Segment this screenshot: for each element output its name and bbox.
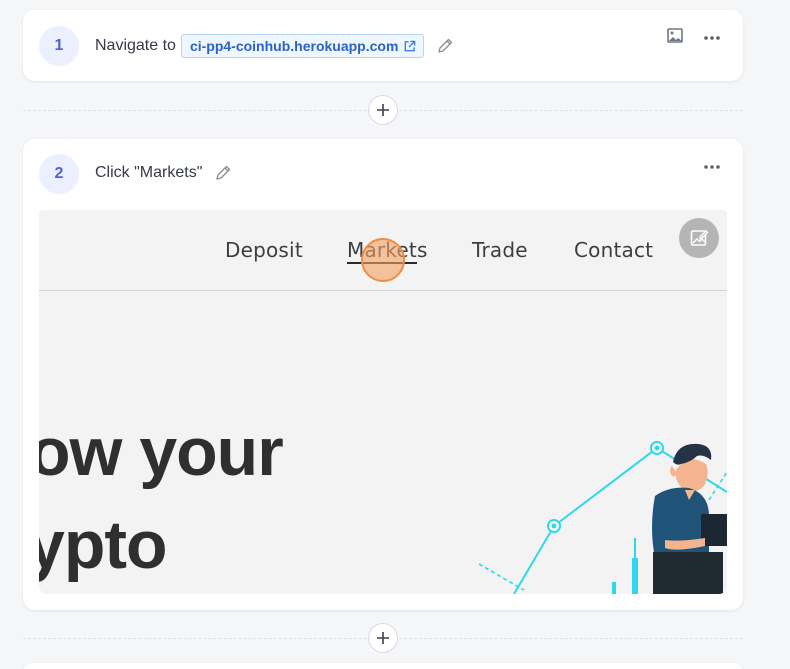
step-action-text: Click "Markets" xyxy=(95,164,203,181)
edit-image-icon xyxy=(690,230,709,246)
screenshot-nav-deposit: Deposit xyxy=(225,238,303,262)
image-icon xyxy=(667,27,683,43)
edit-screenshot-button[interactable] xyxy=(679,218,719,258)
more-options-button[interactable] xyxy=(700,30,724,46)
add-image-button[interactable] xyxy=(664,25,686,45)
step-number-badge: 1 xyxy=(39,26,79,66)
edit-step-button[interactable] xyxy=(436,37,454,55)
click-indicator xyxy=(361,238,405,282)
crypto-chart-illustration xyxy=(478,441,727,594)
step-action-text: Navigate to xyxy=(95,37,176,54)
screenshot-hero-line-2: ypto xyxy=(39,507,168,583)
add-step-button[interactable] xyxy=(368,95,398,125)
edit-step-button[interactable] xyxy=(214,164,232,182)
add-step-button[interactable] xyxy=(368,623,398,653)
plus-icon xyxy=(377,104,389,116)
url-link-label: ci-pp4-coinhub.herokuapp.com xyxy=(189,38,399,54)
external-link-icon xyxy=(405,40,416,51)
step-number-badge: 2 xyxy=(39,154,79,194)
screenshot-nav-divider xyxy=(39,290,727,291)
more-options-button[interactable] xyxy=(700,159,724,175)
plus-icon xyxy=(377,632,389,644)
more-icon xyxy=(704,36,720,40)
pencil-icon xyxy=(216,165,231,180)
step-card-2: 2 Click "Markets" Deposit Markets Trade … xyxy=(23,139,743,610)
step-card-1: 1 Navigate to ci-pp4-coinhub.herokuapp.c… xyxy=(23,10,743,81)
step-card-3 xyxy=(23,663,743,669)
step-screenshot[interactable]: Deposit Markets Trade Contact ow your yp… xyxy=(39,210,727,594)
pencil-icon xyxy=(438,38,453,53)
screenshot-nav-trade: Trade xyxy=(472,238,528,262)
screenshot-nav-contact: Contact xyxy=(574,238,654,262)
step-description: Click "Markets" xyxy=(95,161,232,185)
url-link[interactable]: ci-pp4-coinhub.herokuapp.com xyxy=(180,34,425,58)
more-icon xyxy=(704,165,720,169)
step-description: Navigate to ci-pp4-coinhub.herokuapp.com xyxy=(95,34,454,58)
screenshot-hero-line-1: ow your xyxy=(39,414,284,490)
person-figure xyxy=(652,443,727,594)
